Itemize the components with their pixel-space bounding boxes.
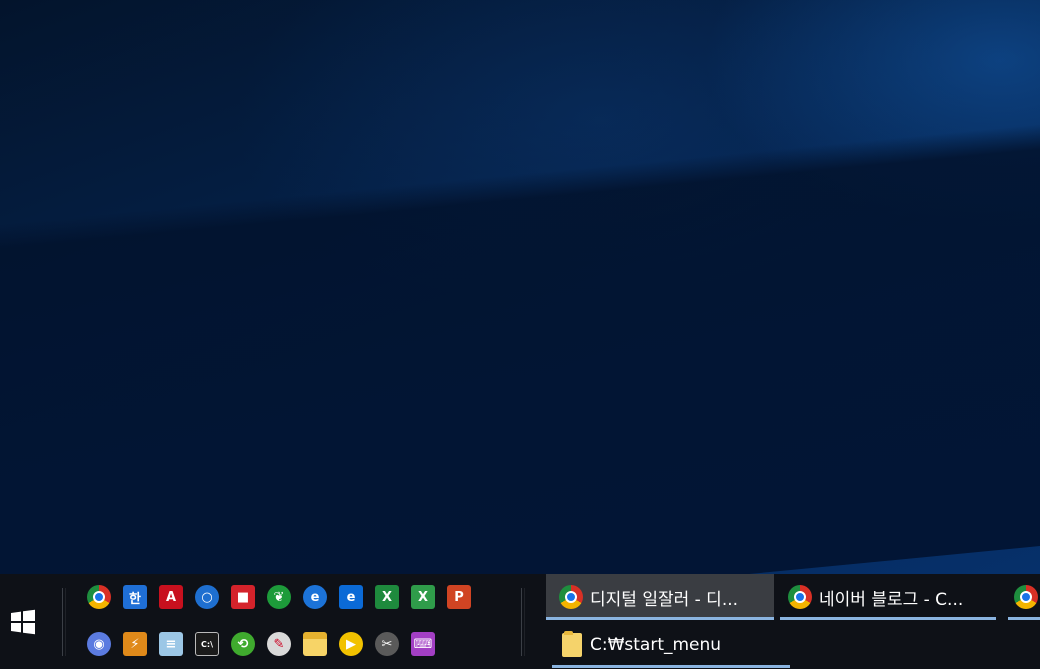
powerpoint-icon[interactable]: P (447, 585, 471, 609)
task-chrome-3[interactable] (1008, 574, 1040, 620)
desktop-wallpaper (0, 0, 1040, 574)
command-prompt-icon[interactable]: C:\ (195, 632, 219, 656)
file-explorer-icon[interactable] (303, 632, 327, 656)
sync-share-icon[interactable]: ⟲ (231, 632, 255, 656)
icon-glyph: e (346, 589, 356, 605)
thunder-tool-icon[interactable]: ⚡ (123, 632, 147, 656)
icon-glyph: ⚡ (130, 636, 140, 652)
icon-glyph: ⟲ (237, 636, 249, 652)
task-chrome-naver[interactable]: 네이버 블로그 - C... (780, 574, 996, 620)
taskbar: 디지털 일잘러 - 디... 네이버 블로그 - C... C:₩start_m… (0, 574, 1040, 669)
task-label: 디지털 일잘러 - 디... (590, 589, 739, 610)
chrome-icon (788, 585, 812, 609)
acrobat-reader-icon[interactable]: A (159, 585, 183, 609)
icon-glyph: X (381, 589, 393, 605)
icon-glyph: e (310, 589, 320, 605)
chrome-icon (559, 585, 583, 609)
icon-glyph: ✎ (273, 636, 285, 652)
excel-2-icon[interactable]: X (411, 585, 435, 609)
camera-icon[interactable]: ◉ (87, 632, 111, 656)
task-label: C:₩start_menu (590, 635, 722, 655)
icon-glyph: ❦ (273, 589, 285, 605)
icon-glyph: A (165, 589, 177, 605)
icon-glyph: X (417, 589, 429, 605)
chrome-center-dot (93, 591, 105, 603)
notepad-icon[interactable]: ≡ (159, 632, 183, 656)
hangul-word-icon[interactable]: 한 (123, 585, 147, 609)
quicklaunch-separator-right (521, 588, 525, 656)
icon-glyph: P (454, 589, 464, 605)
chrome-icon (1014, 585, 1038, 609)
icon-glyph: ■ (236, 589, 250, 605)
on-screen-keyboard-icon[interactable]: ⌨ (411, 632, 435, 656)
icon-glyph: 한 (129, 591, 141, 607)
red-book-icon[interactable]: ■ (231, 585, 255, 609)
start-button[interactable] (0, 574, 46, 669)
task-underline (552, 665, 790, 668)
icon-glyph: ⌨ (413, 636, 433, 652)
chrome-icon[interactable] (87, 585, 111, 609)
task-label: 네이버 블로그 - C... (819, 589, 964, 610)
edge-icon[interactable]: e (339, 585, 363, 609)
wallpaper-light-beam (0, 114, 1040, 574)
icon-glyph: ✂ (381, 636, 393, 652)
icon-glyph: C:\ (201, 639, 213, 649)
task-underline (1008, 617, 1040, 620)
cortana-circle-icon[interactable]: ○ (195, 585, 219, 609)
task-underline (546, 617, 774, 620)
icon-glyph: ○ (201, 589, 213, 605)
snipping-tool-icon[interactable]: ✂ (375, 632, 399, 656)
evernote-icon[interactable]: ❦ (267, 585, 291, 609)
folder-icon (562, 631, 582, 657)
internet-explorer-icon[interactable]: e (303, 585, 327, 609)
icon-glyph: ▶ (346, 636, 356, 652)
icon-glyph: ◉ (93, 636, 105, 652)
icon-glyph: ≡ (165, 636, 177, 652)
excel-icon[interactable]: X (375, 585, 399, 609)
task-explorer-start-menu[interactable]: C:₩start_menu (552, 622, 790, 668)
task-underline (780, 617, 996, 620)
quicklaunch-separator-left (62, 588, 66, 656)
task-chrome-digital[interactable]: 디지털 일잘러 - 디... (546, 574, 774, 620)
windows-logo-icon (11, 609, 35, 634)
media-player-icon[interactable]: ▶ (339, 632, 363, 656)
paint-icon[interactable]: ✎ (267, 632, 291, 656)
